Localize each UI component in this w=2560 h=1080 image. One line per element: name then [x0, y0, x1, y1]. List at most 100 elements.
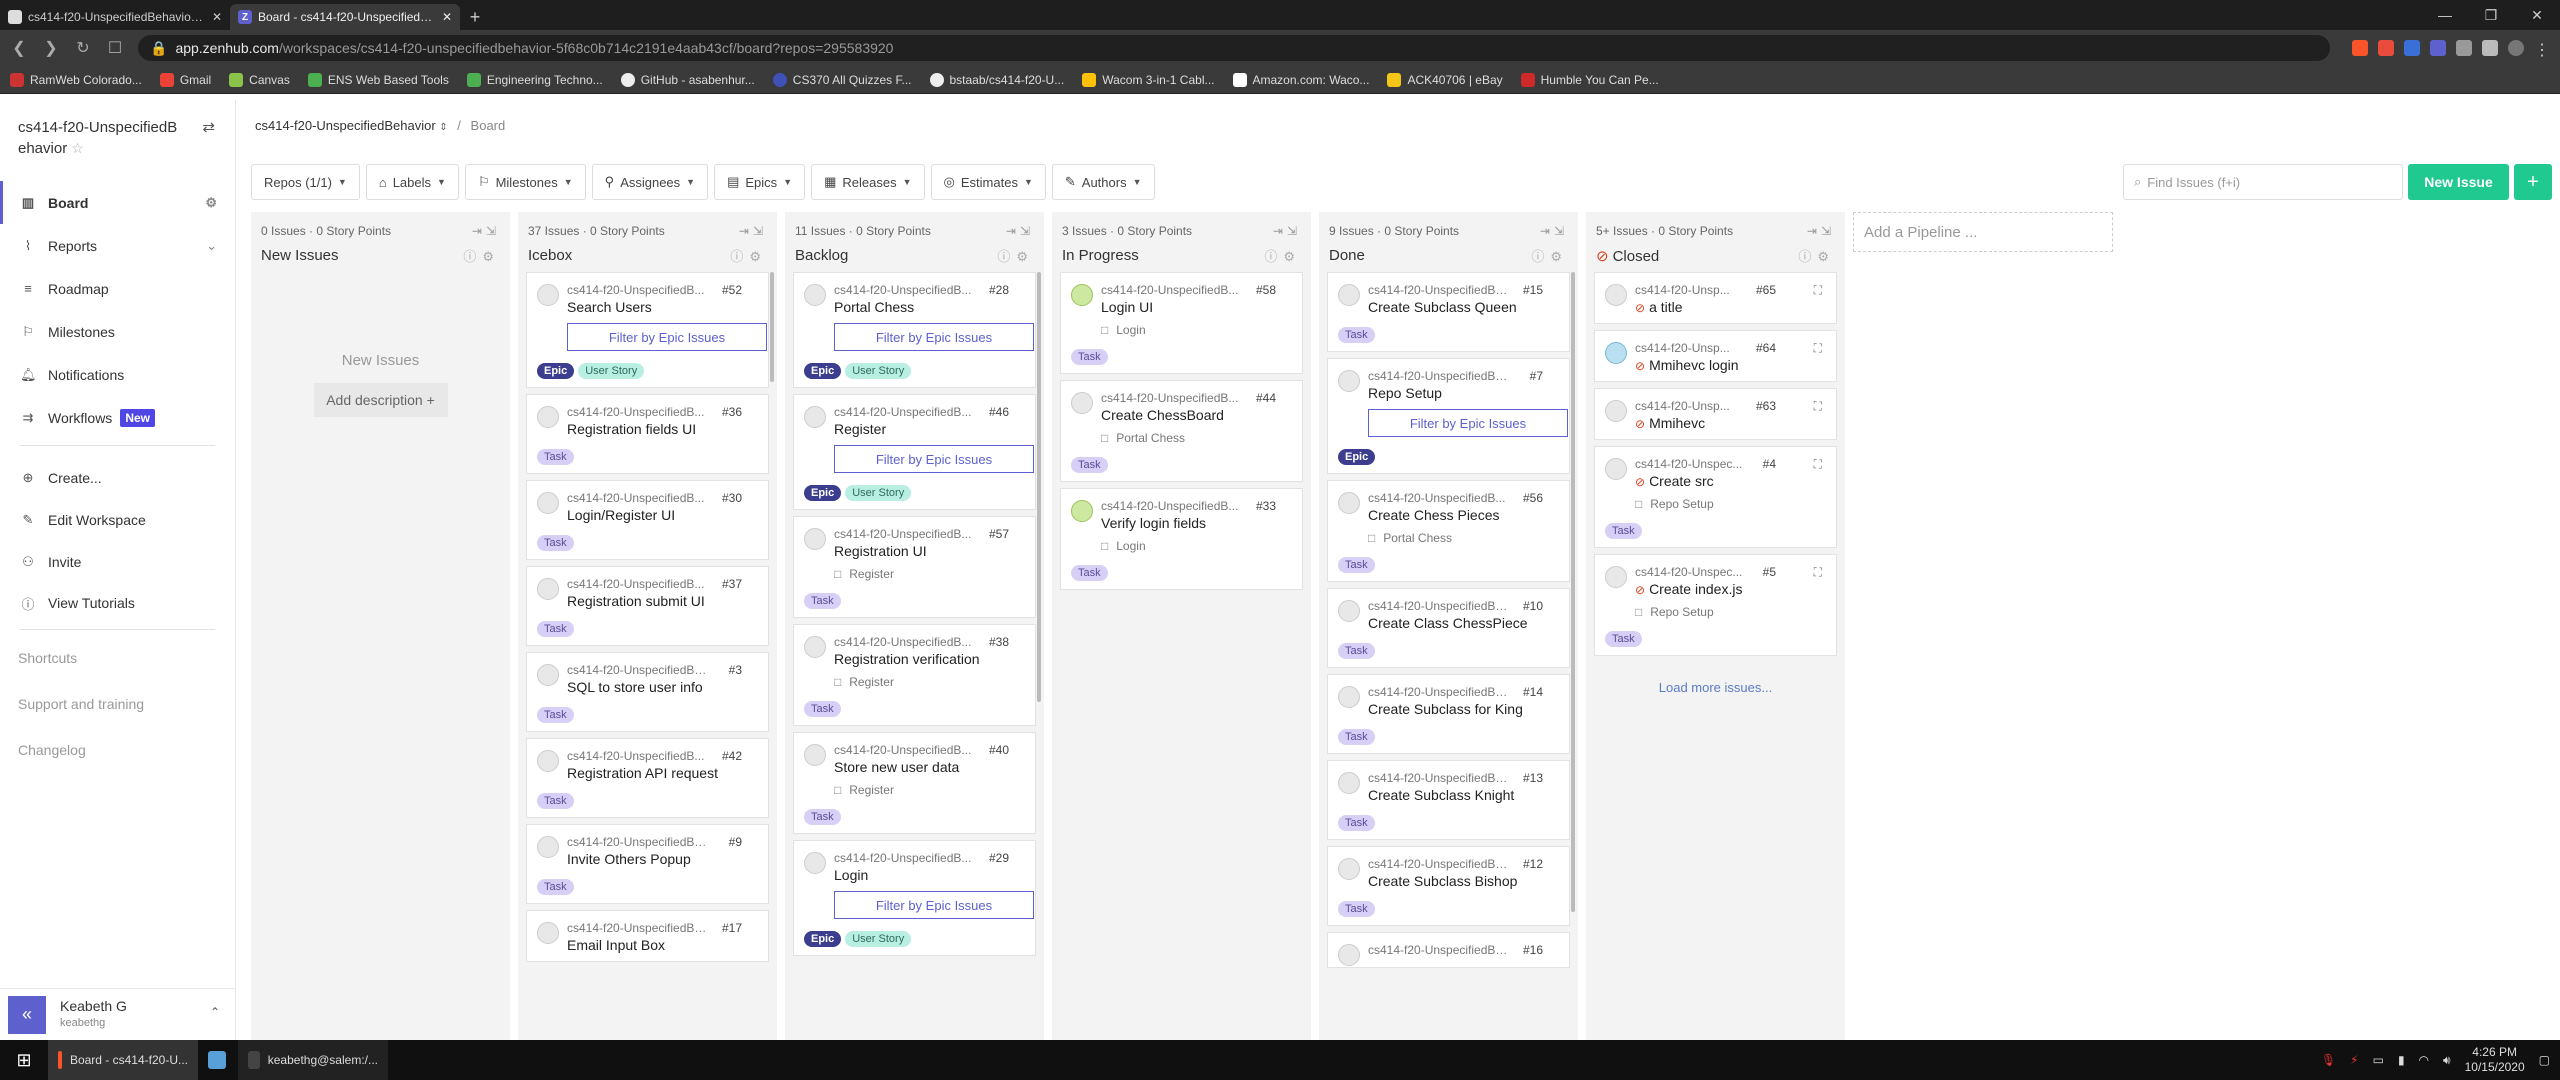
pipeline-actions-icon[interactable]: ⇥⇲	[1273, 224, 1301, 238]
issue-title[interactable]: ⊘ Mmihevc login	[1635, 357, 1826, 373]
taskbar-app[interactable]	[198, 1040, 238, 1080]
issue-card[interactable]: cs414-f20-UnspecifiedBe... #10 Create Clas…	[1327, 588, 1570, 668]
invite-button[interactable]: ⚇ Invite	[0, 541, 235, 583]
releases-filter[interactable]: ▦ Releases ▼	[811, 164, 925, 200]
filter-epic-button[interactable]: Filter by Epic Issues	[567, 323, 767, 351]
minimize-icon[interactable]: —	[2422, 0, 2468, 30]
label-task[interactable]: Task	[1338, 643, 1375, 659]
estimates-filter[interactable]: ◎ Estimates ▼	[930, 164, 1046, 200]
switch-workspace-icon[interactable]: ⇄	[202, 118, 215, 138]
issue-title[interactable]: Register	[834, 421, 1025, 437]
label-task[interactable]: Task	[537, 449, 574, 465]
issue-title[interactable]: Login	[834, 867, 1025, 883]
bookmark-item[interactable]: bstaab/cs414-f20-U...	[929, 72, 1064, 87]
workspace-name[interactable]: cs414-f20-UnspecifiedBehavior ☆	[18, 118, 178, 159]
label-epic[interactable]: Epic	[537, 363, 575, 379]
breadcrumb-repo[interactable]: cs414-f20-UnspecifiedBehavior	[255, 118, 436, 133]
label-task[interactable]: Task	[804, 809, 841, 825]
issue-card[interactable]: cs414-f20-UnspecifiedBe... #7 Repo Setup Fi…	[1327, 358, 1570, 474]
sidebar-item-notifications[interactable]: 🔔︎ Notifications	[0, 353, 235, 396]
puzzle-icon[interactable]	[2482, 40, 2498, 56]
label-task[interactable]: Task	[537, 535, 574, 551]
issue-title[interactable]: Login/Register UI	[567, 507, 758, 523]
new-tab-button[interactable]: +	[460, 4, 490, 30]
windows-start-icon[interactable]: ⊞	[0, 1040, 48, 1080]
maximize-icon[interactable]: ❐	[2468, 0, 2514, 30]
view-tutorials-button[interactable]: ⓘ View Tutorials	[0, 583, 235, 623]
issue-epic[interactable]: Register	[834, 675, 1025, 689]
issue-title[interactable]: ⊘ Create index.js	[1635, 581, 1826, 597]
issue-epic[interactable]: Register	[834, 567, 1025, 581]
wifi-icon[interactable]: ◠	[2419, 1053, 2429, 1067]
url-field[interactable]: 🔒 app.zenhub.com /workspaces/cs414-f20-u…	[138, 35, 2330, 61]
close-tab-icon[interactable]: ✕	[212, 10, 222, 24]
label-task[interactable]: Task	[804, 593, 841, 609]
label-task[interactable]: Task	[537, 707, 574, 723]
label-story[interactable]: User Story	[578, 363, 645, 379]
issue-card[interactable]: cs414-f20-UnspecifiedB... #52 Search Users…	[526, 272, 769, 388]
issue-card[interactable]: cs414-f20-UnspecifiedB... #57 Registration…	[793, 516, 1036, 618]
create-button[interactable]: ⊕ Create...	[0, 456, 235, 499]
filter-epic-button[interactable]: Filter by Epic Issues	[834, 323, 1034, 351]
sidebar-item-board[interactable]: ▥ Board ⚙	[0, 181, 235, 224]
issue-title[interactable]: Portal Chess	[834, 299, 1025, 315]
bookmark-icon[interactable]: ☐	[106, 38, 124, 58]
browser-tab-zenhub[interactable]: Z Board - cs414-f20-UnspecifiedBehav ✕	[230, 4, 460, 30]
brave-rewards-icon[interactable]	[2378, 40, 2394, 56]
close-tab-icon[interactable]: ✕	[442, 10, 452, 24]
issue-card[interactable]: cs414-f20-UnspecifiedB... #28 Portal Chess…	[793, 272, 1036, 388]
issue-title[interactable]: Verify login fields	[1101, 515, 1292, 531]
pipeline-settings-icon[interactable]: ⓘ⚙	[463, 246, 500, 265]
pipeline-actions-icon[interactable]: ⇥⇲	[472, 224, 500, 238]
star-icon[interactable]: ☆	[71, 140, 84, 156]
load-more-link[interactable]: Load more issues...	[1594, 680, 1837, 695]
filter-epic-button[interactable]: Filter by Epic Issues	[834, 445, 1034, 473]
issue-card[interactable]: cs414-f20-UnspecifiedBe... #16	[1327, 932, 1570, 968]
issue-title[interactable]: Create ChessBoard	[1101, 407, 1292, 423]
issue-card[interactable]: cs414-f20-UnspecifiedBe... #13 Create Subc…	[1327, 760, 1570, 840]
issue-card[interactable]: cs414-f20-Unsp... #65 ⛶ ⊘ a title	[1594, 272, 1837, 324]
chevron-up-icon[interactable]: ⌃	[210, 1005, 220, 1019]
issue-title[interactable]: Create Subclass Knight	[1368, 787, 1559, 803]
label-epic[interactable]: Epic	[804, 931, 842, 947]
sidebar-item-roadmap[interactable]: ≡ Roadmap	[0, 267, 235, 310]
close-window-icon[interactable]: ✕	[2514, 0, 2560, 30]
assign-user-icon[interactable]: ⛶	[1814, 399, 1822, 414]
battery-icon[interactable]: ▮	[2398, 1053, 2405, 1067]
issue-card[interactable]: cs414-f20-UnspecifiedB... #58 Login UI Logi…	[1060, 272, 1303, 374]
edit-workspace-button[interactable]: ✎ Edit Workspace	[0, 499, 235, 541]
pipeline-settings-icon[interactable]: ⓘ⚙	[997, 246, 1034, 265]
chevron-updown-icon[interactable]: ⇕	[439, 122, 447, 133]
issue-epic[interactable]: Portal Chess	[1101, 431, 1292, 445]
issue-epic[interactable]: Login	[1101, 539, 1292, 553]
issue-title[interactable]: ⊘ Create src	[1635, 473, 1826, 489]
issue-card[interactable]: cs414-f20-UnspecifiedB... #40 Store new us…	[793, 732, 1036, 834]
issue-card[interactable]: cs414-f20-Unsp... #64 ⛶ ⊘ Mmihevc login	[1594, 330, 1837, 382]
browser-tab-github[interactable]: cs414-f20-UnspecifiedBehavior/ze ✕	[0, 4, 230, 30]
bookmark-item[interactable]: GitHub - asabenhur...	[620, 72, 755, 87]
bookmark-item[interactable]: Gmail	[159, 72, 211, 87]
pipeline-actions-icon[interactable]: ⇥⇲	[1540, 224, 1568, 238]
support-link[interactable]: Support and training	[0, 676, 235, 722]
issue-title[interactable]: Email Input Box	[567, 937, 758, 953]
issue-title[interactable]: Create Class ChessPiece	[1368, 615, 1559, 631]
issue-card[interactable]: cs414-f20-UnspecifiedBe... #3 SQL to store…	[526, 652, 769, 732]
bookmark-item[interactable]: RamWeb Colorado...	[10, 72, 142, 87]
label-task[interactable]: Task	[1338, 901, 1375, 917]
issue-card[interactable]: cs414-f20-Unsp... #63 ⛶ ⊘ Mmihevc	[1594, 388, 1837, 440]
label-task[interactable]: Task	[537, 621, 574, 637]
pipeline-actions-icon[interactable]: ⇥⇲	[1807, 224, 1835, 238]
new-issue-button[interactable]: New Issue	[2408, 164, 2509, 200]
pipeline-settings-icon[interactable]: ⓘ⚙	[1798, 246, 1835, 265]
issue-card[interactable]: cs414-f20-UnspecifiedBe... #14 Create Subc…	[1327, 674, 1570, 754]
issue-title[interactable]: Repo Setup	[1368, 385, 1559, 401]
issue-epic[interactable]: Portal Chess	[1368, 531, 1559, 545]
mic-icon[interactable]: 🎙︎	[2321, 1053, 2336, 1067]
chevron-down-icon[interactable]: ⌄	[206, 238, 217, 254]
filter-epic-button[interactable]: Filter by Epic Issues	[1368, 409, 1568, 437]
volume-icon[interactable]: 🔊︎	[2443, 1053, 2451, 1068]
issue-title[interactable]: Create Subclass Bishop	[1368, 873, 1559, 889]
add-pipeline-button[interactable]: Add a Pipeline ...	[1853, 212, 2113, 252]
label-story[interactable]: User Story	[845, 363, 912, 379]
issue-title[interactable]: SQL to store user info	[567, 679, 758, 695]
